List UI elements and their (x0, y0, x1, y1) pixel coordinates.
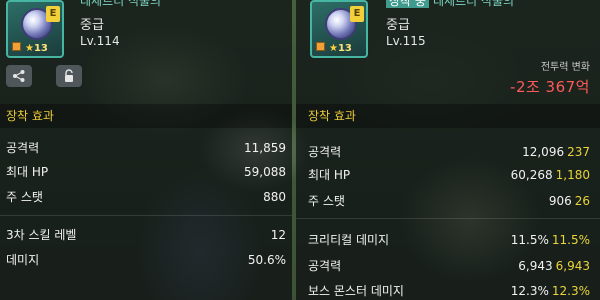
stat-bonus: 26 (574, 194, 590, 208)
stat-row: 최대 HP 60,268 1,180 (308, 165, 590, 185)
item-name-text: 데세르티 식물의 (432, 0, 515, 8)
stat-value: 50.6% (247, 253, 286, 267)
stat-value: 12 (270, 228, 286, 242)
stat-bonus: 12.3% (551, 284, 590, 298)
stat-row: 주 스탯 906 26 (308, 191, 590, 211)
share-icon (13, 70, 25, 82)
stat-row: 3차 스킬 레벨 12 (6, 225, 286, 245)
stat-value: 12,096 237 (522, 142, 590, 162)
star-icon: ★ (329, 43, 338, 54)
stat-value: 11.5% 11.5% (511, 230, 590, 250)
item-grade: 중급 (386, 18, 410, 33)
stat-row: 데미지 50.6% (6, 250, 286, 270)
stat-row: 주 스탯 880 (6, 187, 286, 207)
compare-panel-right: 장착 중 데세르티 식물의 E ★13 중급 Lv.115 전투력 변화 -2조 … (296, 0, 600, 300)
stat-value-text: 12,096 (522, 145, 565, 159)
item-level: Lv.115 (386, 34, 426, 48)
lock-icon (65, 69, 73, 82)
stat-value-text: 6,943 (518, 259, 553, 273)
stat-bonus: 6,943 (555, 259, 590, 273)
stat-bonus: 11.5% (551, 233, 590, 247)
power-change-value: -2조 367억 (510, 78, 590, 96)
grade-letter: E (350, 6, 364, 22)
stat-row: 공격력 12,096 237 (308, 142, 590, 162)
star-count: ★13 (25, 43, 48, 54)
star-count-value: 13 (337, 43, 352, 54)
stat-row: 공격력 6,943 6,943 (308, 256, 590, 276)
stat-value: 59,088 (244, 165, 286, 179)
item-grade: 중급 (80, 18, 104, 33)
stat-value: 6,943 6,943 (518, 256, 590, 276)
lock-button[interactable] (56, 65, 82, 87)
compare-panel-left: 데세르티 식물의 E ★13 중급 Lv.114 장착 효과 공격력 11,85… (0, 0, 292, 300)
stat-label: 3차 스킬 레벨 (6, 228, 77, 242)
stat-value-text: 12.3% (510, 284, 549, 298)
stat-label: 최대 HP (308, 168, 351, 182)
star-icon: ★ (25, 43, 34, 54)
item-icon-frame[interactable]: E ★13 (6, 0, 64, 58)
stat-row: 공격력 11,859 (6, 138, 286, 158)
stat-label: 공격력 (308, 145, 342, 159)
rarity-square-icon (12, 42, 21, 51)
power-change-label: 전투력 변화 (540, 62, 590, 73)
item-name: 장착 중 데세르티 식물의 (386, 0, 514, 9)
stat-label: 공격력 (6, 141, 40, 155)
star-count-value: 13 (33, 43, 48, 54)
stat-bonus: 237 (567, 145, 590, 159)
divider-line (0, 215, 292, 216)
equipped-badge: 장착 중 (386, 0, 429, 8)
stat-value: 12.3% 12.3% (511, 281, 590, 300)
stat-value: 60,268 1,180 (511, 165, 590, 185)
stat-label: 보스 몬스터 데미지 (308, 284, 404, 298)
item-level: Lv.114 (80, 34, 120, 48)
stat-label: 공격력 (308, 259, 342, 273)
stat-label: 크리티컬 데미지 (308, 233, 390, 247)
divider-line (296, 218, 600, 219)
item-name: 데세르티 식물의 (80, 0, 162, 8)
stat-value-text: 906 (548, 194, 572, 208)
stat-label: 주 스탯 (308, 194, 345, 208)
rarity-square-icon (316, 42, 325, 51)
star-count: ★13 (329, 43, 352, 54)
stat-row: 보스 몬스터 데미지 12.3% 12.3% (308, 281, 590, 300)
section-title: 장착 효과 (296, 104, 600, 128)
stat-value-text: 60,268 (510, 168, 553, 182)
grade-letter: E (46, 6, 60, 22)
stat-value: 906 26 (549, 191, 590, 211)
share-button[interactable] (6, 65, 32, 87)
stat-label: 주 스탯 (6, 190, 43, 204)
stat-row: 최대 HP 59,088 (6, 162, 286, 182)
stat-value-text: 11.5% (510, 233, 549, 247)
stat-value: 11,859 (244, 141, 286, 155)
stat-label: 최대 HP (6, 165, 49, 179)
stat-label: 데미지 (6, 253, 40, 267)
stat-bonus: 1,180 (555, 168, 590, 182)
stat-row: 크리티컬 데미지 11.5% 11.5% (308, 230, 590, 250)
item-icon-frame[interactable]: E ★13 (310, 0, 368, 58)
section-title: 장착 효과 (0, 104, 292, 128)
stat-value: 880 (263, 190, 286, 204)
